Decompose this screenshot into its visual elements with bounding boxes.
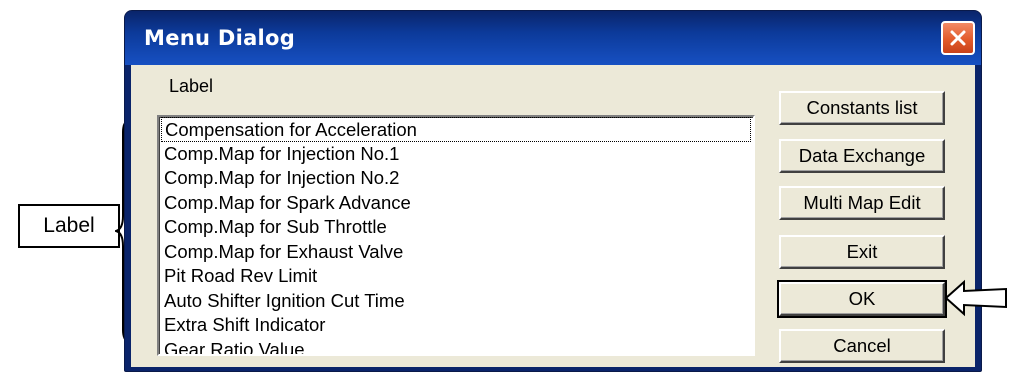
dialog-client-area: Label Compensation for Acceleration Comp… bbox=[131, 65, 975, 367]
data-exchange-button[interactable]: Data Exchange bbox=[779, 139, 945, 173]
list-item[interactable]: Extra Shift Indicator bbox=[159, 313, 753, 338]
constants-list-button[interactable]: Constants list bbox=[779, 91, 945, 125]
list-item[interactable]: Comp.Map for Injection No.1 bbox=[159, 142, 753, 167]
left-arrow-icon bbox=[944, 279, 1007, 317]
exit-button[interactable]: Exit bbox=[779, 235, 945, 269]
list-item[interactable]: Comp.Map for Injection No.2 bbox=[159, 166, 753, 191]
close-icon bbox=[950, 30, 966, 46]
cancel-button[interactable]: Cancel bbox=[779, 329, 945, 363]
close-button[interactable] bbox=[941, 21, 975, 55]
list-item[interactable]: Comp.Map for Sub Throttle bbox=[159, 215, 753, 240]
window-title: Menu Dialog bbox=[144, 26, 296, 50]
list-item[interactable]: Comp.Map for Exhaust Valve bbox=[159, 240, 753, 265]
list-item[interactable]: Gear Ratio Value bbox=[159, 338, 753, 355]
list-item[interactable]: Pit Road Rev Limit bbox=[159, 264, 753, 289]
menu-dialog-window: Menu Dialog Label Compensation for Accel… bbox=[124, 10, 982, 372]
list-item[interactable]: Auto Shifter Ignition Cut Time bbox=[159, 289, 753, 314]
title-bar[interactable]: Menu Dialog bbox=[125, 11, 981, 65]
label-listbox[interactable]: Compensation for Acceleration Comp.Map f… bbox=[157, 115, 755, 356]
ok-button[interactable]: OK bbox=[777, 280, 947, 318]
list-caption: Label bbox=[169, 76, 214, 96]
label-callout-box: Label bbox=[18, 204, 120, 248]
list-item[interactable]: Comp.Map for Spark Advance bbox=[159, 191, 753, 216]
multi-map-edit-button[interactable]: Multi Map Edit bbox=[779, 186, 945, 220]
list-item[interactable]: Compensation for Acceleration bbox=[161, 117, 751, 142]
